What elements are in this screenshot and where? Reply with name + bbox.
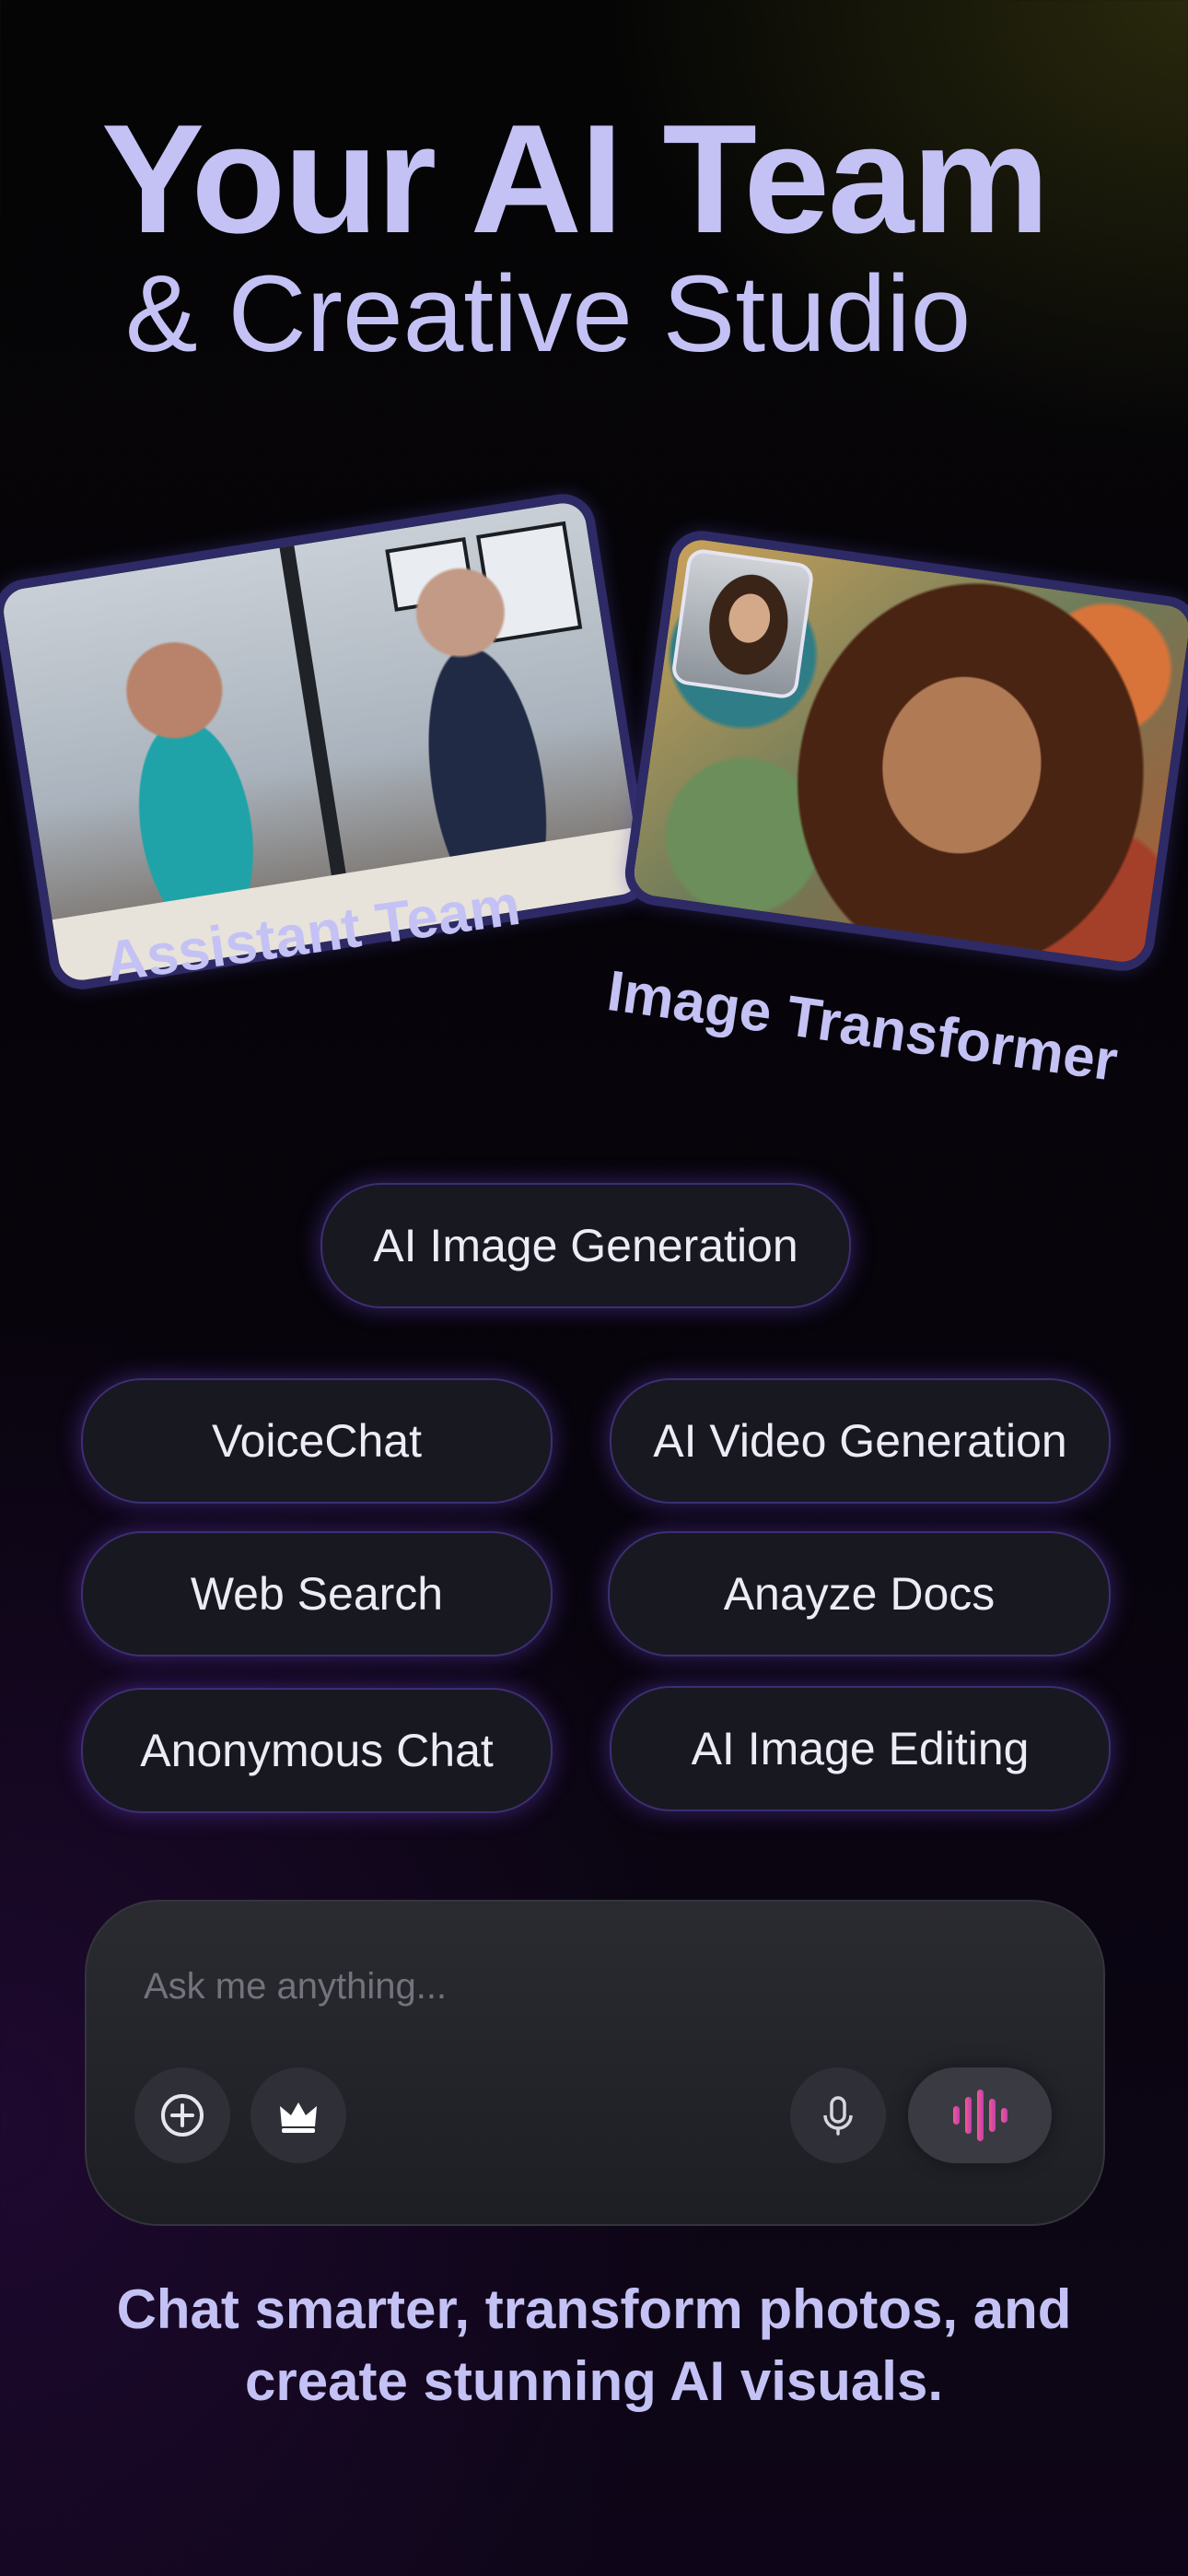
premium-button[interactable] bbox=[250, 2067, 346, 2163]
image-transformer-caption: Image Transformer bbox=[603, 958, 1122, 1095]
hero-subtitle: & Creative Studio bbox=[125, 253, 972, 375]
tagline-line-2: create stunning AI visuals. bbox=[245, 2350, 943, 2412]
microphone-icon bbox=[823, 2096, 853, 2136]
image-transformer-card[interactable] bbox=[621, 526, 1188, 976]
anonymous-chat-pill[interactable]: Anonymous Chat bbox=[81, 1688, 553, 1813]
analyze-docs-pill[interactable]: Anayze Docs bbox=[608, 1531, 1111, 1657]
ai-image-generation-pill[interactable]: AI Image Generation bbox=[320, 1183, 851, 1308]
voicechat-pill[interactable]: VoiceChat bbox=[81, 1378, 553, 1504]
ai-video-generation-pill[interactable]: AI Video Generation bbox=[610, 1378, 1111, 1504]
ai-image-editing-pill[interactable]: AI Image Editing bbox=[610, 1686, 1111, 1811]
chat-composer[interactable] bbox=[85, 1900, 1105, 2226]
waveform-icon bbox=[953, 2090, 1007, 2141]
tagline-line-1: Chat smarter, transform photos, and bbox=[116, 2278, 1072, 2340]
plus-circle-icon bbox=[161, 2094, 204, 2137]
hero-title: Your AI Team bbox=[101, 92, 1050, 265]
image-transformer-image bbox=[631, 536, 1188, 966]
microphone-button[interactable] bbox=[790, 2067, 886, 2163]
voice-chat-button[interactable] bbox=[908, 2067, 1052, 2163]
crown-icon bbox=[280, 2102, 317, 2133]
add-button[interactable] bbox=[134, 2067, 230, 2163]
web-search-pill[interactable]: Web Search bbox=[81, 1531, 553, 1657]
tagline: Chat smarter, transform photos, and crea… bbox=[0, 2274, 1188, 2418]
original-photo-thumbnail bbox=[670, 547, 816, 700]
chat-input[interactable]: Ask me anything... bbox=[144, 1966, 447, 2008]
